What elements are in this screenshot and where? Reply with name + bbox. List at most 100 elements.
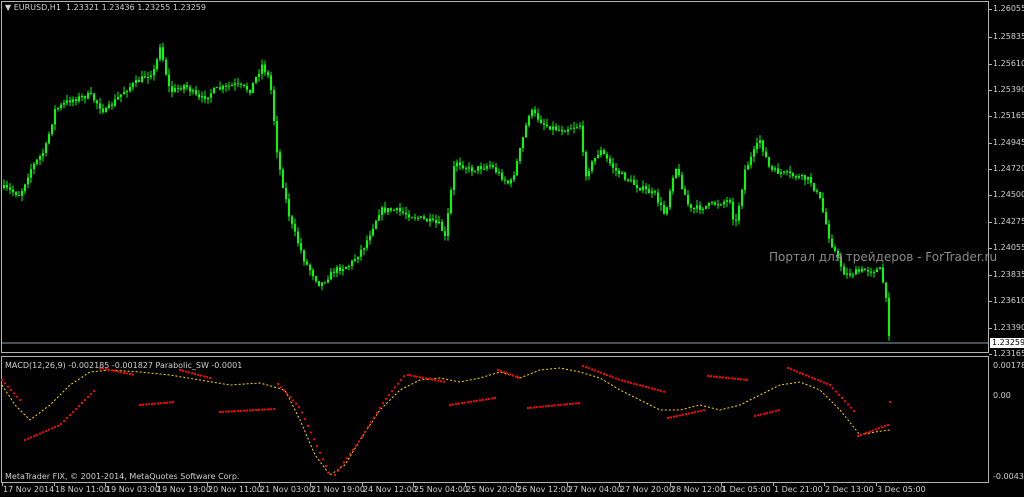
dropdown-icon[interactable]: ▼ — [5, 3, 11, 12]
sar-dot — [639, 384, 641, 387]
sar-dot — [872, 429, 874, 432]
sar-dot — [10, 389, 12, 391]
candle-body — [186, 85, 188, 88]
candle-body — [285, 187, 287, 200]
candle-body — [825, 212, 827, 225]
sar-dot — [292, 399, 294, 402]
sar-dot — [27, 437, 29, 440]
time-tick — [156, 483, 157, 486]
sar-dot — [397, 382, 399, 385]
candle-body — [234, 83, 236, 86]
candle-body — [612, 163, 614, 169]
sar-dot — [829, 384, 831, 386]
price-tick — [989, 301, 992, 302]
candle-body — [876, 269, 878, 273]
candle-body — [246, 86, 248, 90]
candle-body — [732, 202, 734, 220]
sar-dot — [591, 368, 593, 371]
sar-dot — [731, 377, 733, 380]
candle-body — [120, 94, 122, 97]
sar-dot — [298, 405, 300, 408]
candle-body — [27, 177, 29, 185]
sar-dot — [382, 402, 384, 405]
candle-body — [48, 134, 50, 144]
candle-body — [660, 202, 662, 205]
sar-dot — [725, 376, 727, 379]
candle-body — [327, 279, 329, 283]
ohlc-values: 1.23321 1.23436 1.23255 1.23259 — [66, 3, 206, 12]
candle-body — [819, 191, 821, 199]
sar-dot — [600, 371, 602, 374]
candle-body — [39, 156, 41, 160]
candle-body — [831, 238, 833, 248]
time-axis-label: 21 Nov 19:00 — [311, 485, 365, 494]
candle-body — [276, 120, 278, 153]
sar-dot — [710, 375, 712, 378]
candle-body — [150, 75, 152, 77]
sar-dot — [654, 388, 656, 391]
time-tick — [310, 483, 311, 486]
time-tick — [670, 483, 671, 486]
candle-body — [726, 200, 728, 202]
sar-dot — [45, 430, 47, 432]
candle-body — [780, 172, 782, 174]
candle-body — [789, 171, 791, 174]
price-axis-label: 1.24500 — [993, 190, 1024, 199]
candle-body — [681, 175, 683, 189]
candle-body — [750, 156, 752, 166]
sar-dot — [476, 399, 478, 402]
candle-body — [852, 274, 854, 276]
indicator-label: MACD(12,26,9) -0.002185 -0.001827 Parabo… — [5, 361, 243, 370]
candle-body — [297, 231, 299, 244]
sar-dot — [267, 408, 269, 411]
sar-dot — [139, 404, 141, 406]
candle-body — [351, 260, 353, 267]
price-axis-label: 1.25165 — [993, 111, 1024, 120]
candle-body — [192, 90, 194, 92]
candle-body — [573, 127, 575, 129]
sar-dot — [200, 374, 202, 377]
candle-body — [636, 184, 638, 188]
candle-body — [159, 47, 161, 60]
candle-body — [480, 166, 482, 170]
candle-body — [249, 89, 251, 93]
sar-dot — [63, 420, 65, 422]
sar-dot — [799, 371, 801, 374]
sar-dot — [844, 400, 846, 403]
indicator-axis-zero: 0.00 — [993, 391, 1011, 400]
sar-dot — [760, 413, 762, 416]
sar-dot — [506, 372, 508, 375]
candle-body — [111, 104, 113, 106]
sar-dot — [203, 375, 205, 378]
candle-body — [609, 158, 611, 164]
sar-dot — [13, 392, 15, 395]
candle-body — [117, 96, 119, 100]
time-tick — [207, 483, 208, 486]
sar-dot — [485, 398, 487, 401]
sar-dot — [551, 404, 553, 407]
candle-body — [6, 185, 8, 188]
candle-body — [399, 207, 401, 212]
candle-body — [462, 165, 464, 169]
sar-dot — [512, 374, 514, 377]
candle-body — [495, 167, 497, 173]
sar-dot — [188, 371, 190, 374]
candle-body — [651, 191, 653, 194]
macd-signal-line — [1, 367, 891, 476]
sar-dot — [884, 425, 886, 428]
sar-dot — [182, 369, 184, 372]
sar-dot — [805, 374, 807, 377]
sar-dot — [416, 375, 418, 378]
sar-dot — [621, 379, 623, 382]
sar-dot — [425, 377, 427, 380]
sar-dot — [615, 377, 617, 380]
sar-dot — [120, 371, 122, 374]
sar-dot — [455, 403, 457, 406]
sar-dot — [90, 393, 92, 395]
candle-body — [627, 179, 629, 181]
candle-body — [30, 169, 32, 178]
candle-body — [702, 208, 704, 210]
price-axis-label: 1.25835 — [993, 32, 1024, 41]
candle-body — [291, 216, 293, 224]
candle-body — [81, 95, 83, 97]
